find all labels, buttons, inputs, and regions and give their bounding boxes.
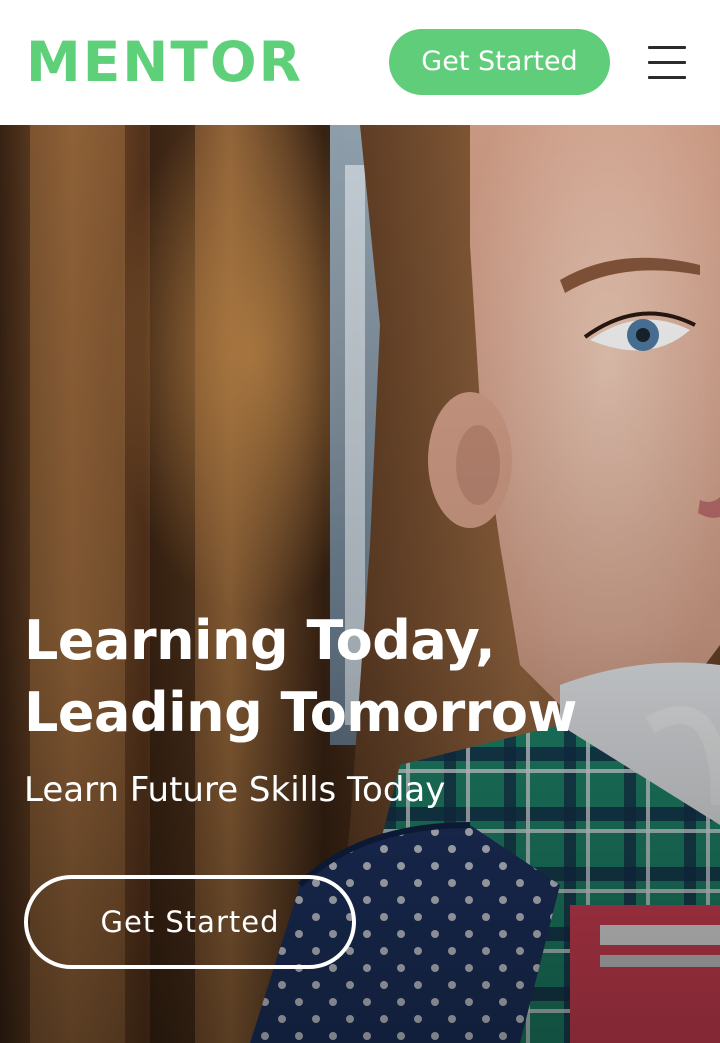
hero-title-line-1: Learning Today, <box>24 609 496 672</box>
menu-bar-top <box>648 46 686 49</box>
menu-bar-middle <box>648 61 686 64</box>
hero-get-started-button[interactable]: Get Started <box>24 875 356 969</box>
hero-title: Learning Today, Leading Tomorrow <box>24 605 704 749</box>
hero-subtitle: Learn Future Skills Today <box>24 770 446 810</box>
hamburger-menu-icon[interactable] <box>642 40 690 84</box>
hero-section: Learning Today, Leading Tomorrow Learn F… <box>0 125 720 1043</box>
hero-title-line-2: Leading Tomorrow <box>24 681 577 744</box>
brand-logo[interactable]: MENTOR <box>26 30 303 94</box>
header-get-started-button[interactable]: Get Started <box>389 29 610 95</box>
menu-bar-bottom <box>648 76 686 79</box>
site-header: MENTOR Get Started <box>0 0 720 125</box>
